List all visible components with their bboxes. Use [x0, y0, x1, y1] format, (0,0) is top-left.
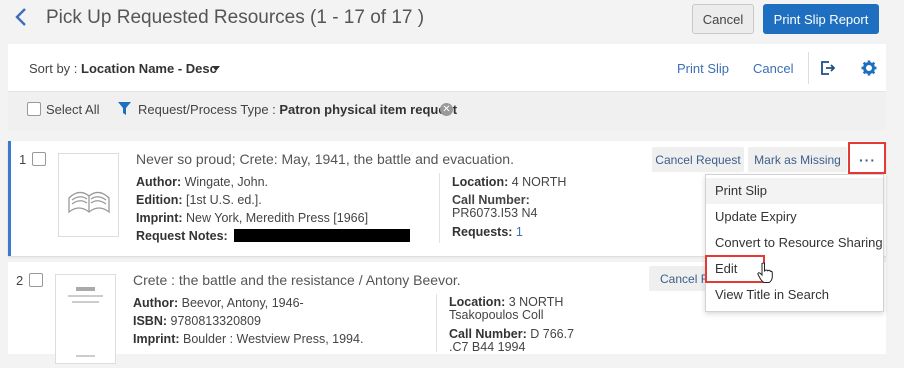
book-cover-thumbnail	[58, 153, 119, 237]
menu-item-update-expiry[interactable]: Update Expiry	[706, 204, 883, 230]
results-toolbar: Sort by : Location Name - Desc Print Sli…	[8, 44, 886, 92]
page-title: Pick Up Requested Resources (1 - 17 of 1…	[46, 7, 425, 28]
call-number-field: Call Number: D 766.7	[449, 327, 575, 341]
call-number-label: Call Number:	[452, 193, 530, 207]
sort-value: Location Name - Desc	[81, 61, 217, 76]
imprint-field: Imprint: Boulder : Westview Press, 1994.	[133, 332, 364, 346]
call-number-value: PR6073.I53 N4	[452, 206, 538, 220]
ellipsis-icon: ···	[859, 152, 876, 168]
row-actions-menu: Print Slip Update Expiry Convert to Reso…	[705, 174, 884, 312]
requests-field: Requests: 1	[452, 225, 523, 239]
author-field: Author: Wingate, John.	[136, 175, 268, 189]
chevron-down-icon[interactable]	[212, 66, 220, 71]
menu-item-view-title-in-search[interactable]: View Title in Search	[706, 282, 883, 308]
menu-item-convert-resource-sharing[interactable]: Convert to Resource Sharing	[706, 230, 883, 256]
print-slip-report-button[interactable]: Print Slip Report	[763, 4, 879, 34]
divider	[439, 173, 440, 243]
call-number-line2: .C7 B44 1994	[449, 340, 526, 354]
mark-as-missing-button[interactable]: Mark as Missing	[748, 147, 847, 172]
request-notes-field: Request Notes:	[136, 229, 410, 243]
isbn-field: ISBN: 9780813320809	[133, 314, 261, 328]
export-icon[interactable]	[820, 60, 836, 81]
row-number: 1	[19, 152, 27, 167]
select-all-label: Select All	[46, 102, 100, 117]
imprint-field: Imprint: New York, Meredith Press [1966]	[136, 211, 369, 225]
more-actions-button[interactable]: ···	[848, 142, 886, 174]
highlight-outline	[705, 255, 765, 283]
gear-icon[interactable]	[861, 60, 877, 81]
location-field: Location: 3 NORTH	[449, 295, 564, 309]
clear-filter-icon[interactable]: ✕	[440, 103, 453, 116]
filter-bar: Select All Request/Process Type : Patron…	[8, 92, 886, 130]
location-sub-field: Tsakopoulos Coll	[449, 308, 544, 322]
divider	[436, 294, 437, 352]
row-checkbox[interactable]	[29, 273, 43, 287]
edition-field: Edition: [1st U.S. ed.].	[136, 193, 262, 207]
page-header: Pick Up Requested Resources (1 - 17 of 1…	[0, 0, 904, 42]
divider	[808, 52, 809, 84]
requests-count-link[interactable]: 1	[516, 225, 523, 239]
item-title-link[interactable]: Crete : the battle and the resistance / …	[133, 272, 461, 288]
item-title-link[interactable]: Never so proud; Crete: May, 1941, the ba…	[136, 151, 514, 167]
cancel-request-button[interactable]: Cancel Request	[652, 147, 744, 172]
chevron-left-icon[interactable]	[14, 6, 36, 30]
row-checkbox[interactable]	[32, 152, 46, 166]
filter-chip-value: Patron physical item request	[279, 102, 458, 117]
hand-pointer-icon	[757, 262, 773, 289]
sort-label: Sort by :	[29, 61, 82, 76]
row-number: 2	[16, 273, 24, 288]
select-all-checkbox[interactable]	[27, 102, 41, 116]
filter-chip: Request/Process Type : Patron physical i…	[138, 102, 457, 117]
sort-dropdown[interactable]: Sort by : Location Name - Desc	[29, 61, 217, 76]
menu-item-print-slip[interactable]: Print Slip	[706, 178, 883, 204]
cancel-link[interactable]: Cancel	[753, 61, 793, 76]
print-slip-link[interactable]: Print Slip	[677, 61, 729, 76]
filter-icon[interactable]	[118, 102, 131, 121]
author-field: Author: Beevor, Antony, 1946-	[133, 296, 304, 310]
cancel-button[interactable]: Cancel	[692, 4, 754, 34]
redacted-block	[233, 229, 410, 242]
location-field: Location: 4 NORTH	[452, 175, 567, 189]
filter-chip-label: Request/Process Type :	[138, 102, 280, 117]
